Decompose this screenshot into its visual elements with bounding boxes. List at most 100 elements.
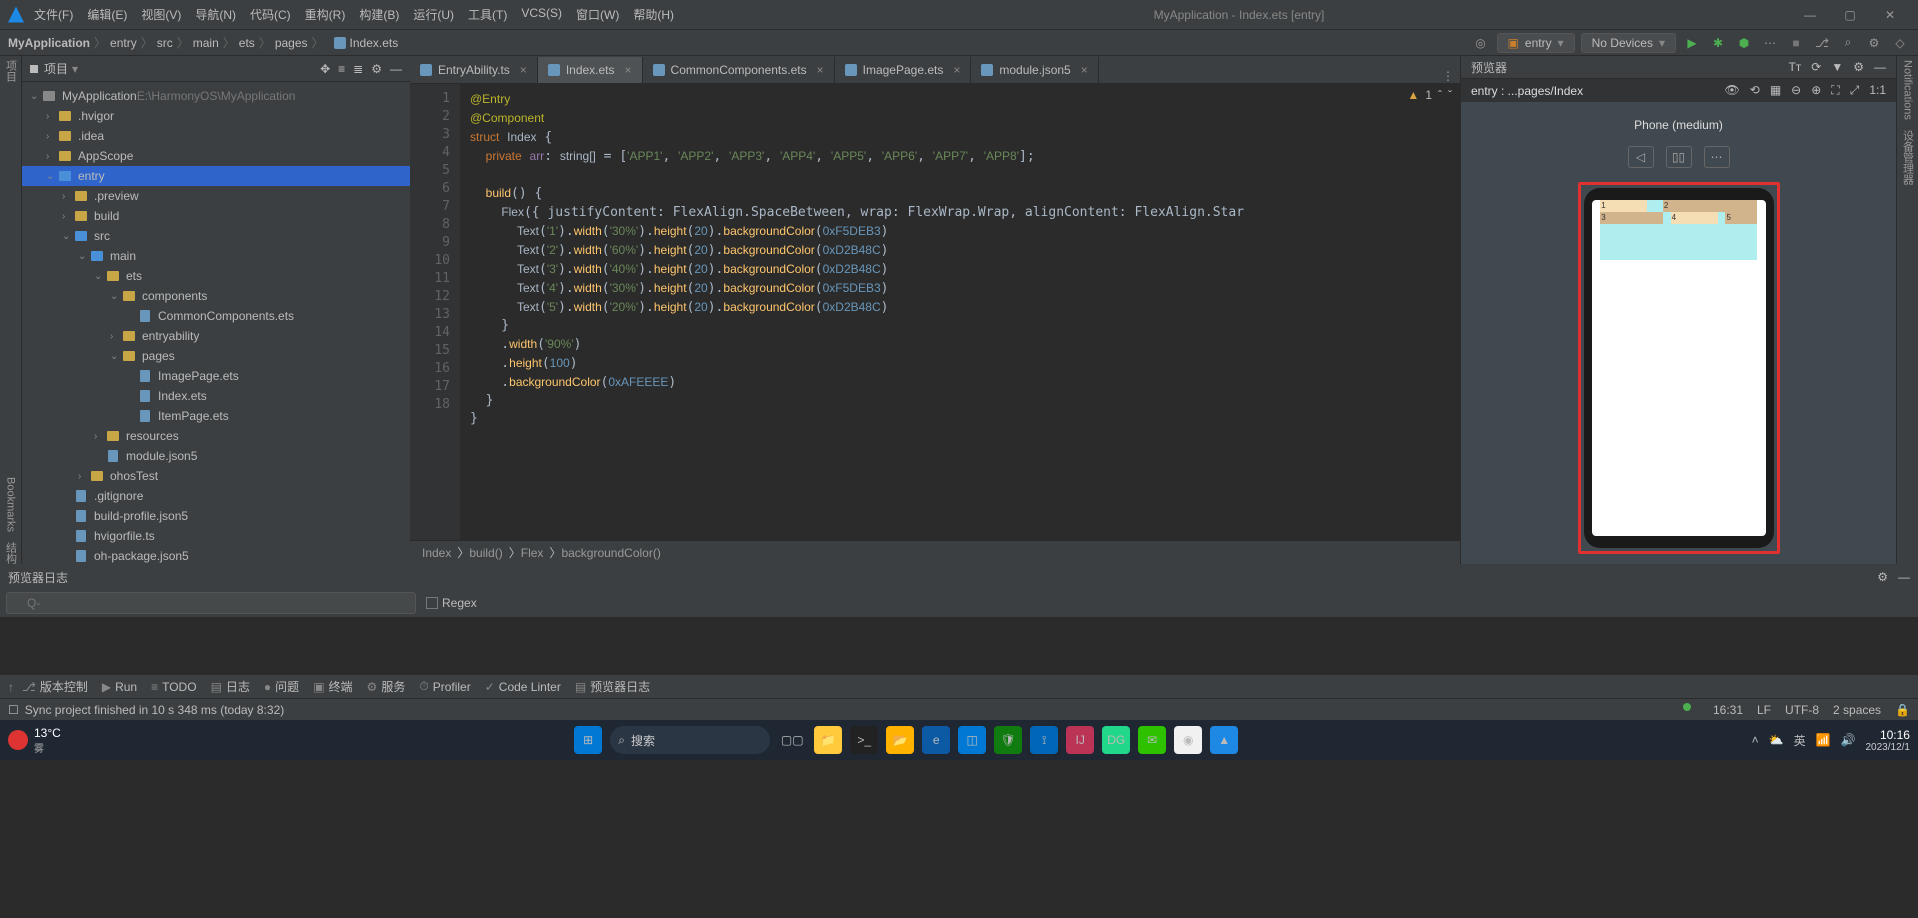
taskbar-weather[interactable]: 13°C 雾 [8, 726, 61, 755]
tree-arrow-icon[interactable]: › [94, 431, 106, 442]
tree-arrow-icon[interactable]: ⌄ [30, 91, 42, 102]
datagrip-icon[interactable]: DG [1102, 726, 1130, 754]
tree-arrow-icon[interactable]: ⌄ [78, 251, 90, 262]
prev-device-button[interactable]: ◁ [1628, 146, 1654, 168]
breadcrumb[interactable]: MyApplication [8, 36, 90, 50]
tree-row[interactable]: CommonComponents.ets [22, 306, 410, 326]
inspection-strip[interactable]: ▲ 1 ˆ ˇ [1407, 88, 1452, 102]
editor-breadcrumb[interactable]: backgroundColor() [561, 546, 660, 560]
search-icon[interactable]: ⌕ [1838, 33, 1858, 53]
maximize-button[interactable]: ▢ [1830, 8, 1870, 22]
tree-row[interactable]: .gitignore [22, 486, 410, 506]
chevron-up-icon[interactable]: ˆ [1438, 88, 1442, 102]
tree-row[interactable]: ›AppScope [22, 146, 410, 166]
store-icon[interactable]: ◫ [958, 726, 986, 754]
menu-item[interactable]: 导航(N) [195, 6, 236, 23]
debug-button[interactable]: ✱ [1708, 33, 1728, 53]
readonly-icon[interactable]: 🔒 [1895, 703, 1910, 717]
device-selector[interactable]: No Devices ▾ [1581, 33, 1676, 53]
editor-tab[interactable]: module.json5× [971, 57, 1098, 83]
idea-icon[interactable]: IJ [1066, 726, 1094, 754]
editor-tab[interactable]: EntryAbility.ts× [410, 57, 538, 83]
tool-window-tab[interactable]: ▤预览器日志 [575, 678, 650, 695]
security-icon[interactable]: 🛡 [994, 726, 1022, 754]
tool-window-tab[interactable]: ⏱Profiler [419, 679, 470, 694]
close-button[interactable]: ✕ [1870, 8, 1910, 22]
menu-item[interactable]: 重构(R) [305, 6, 346, 23]
zoom-out-icon[interactable]: ⊖ [1791, 83, 1801, 98]
tree-row[interactable]: ›build [22, 206, 410, 226]
editor-tab[interactable]: ImagePage.ets× [835, 57, 972, 83]
tree-arrow-icon[interactable]: › [46, 131, 58, 142]
profile-button[interactable]: ⋯ [1760, 33, 1780, 53]
tree-row[interactable]: ›resources [22, 426, 410, 446]
settings-icon[interactable]: ⚙ [1864, 33, 1884, 53]
wifi-icon[interactable]: 📶 [1816, 733, 1831, 747]
vscode-icon[interactable]: ⟟ [1030, 726, 1058, 754]
stop-button[interactable]: ■ [1786, 33, 1806, 53]
minimize-button[interactable]: — [1790, 8, 1830, 22]
tree-row[interactable]: ⌄components [22, 286, 410, 306]
sidebar-tab-notifications[interactable]: Notifications [1902, 60, 1914, 120]
tool-window-tab[interactable]: ▣终端 [313, 678, 352, 695]
tree-row[interactable]: ›entryability [22, 326, 410, 346]
menu-item[interactable]: VCS(S) [521, 6, 562, 23]
rotate-icon[interactable]: ⟲ [1750, 83, 1760, 98]
tree-row[interactable]: ⌄entry [22, 166, 410, 186]
sidebar-tab-project[interactable]: 项目 [3, 60, 19, 82]
editor-body[interactable]: 123456789101112131415161718 @Entry @Comp… [410, 84, 1460, 540]
tree-row[interactable]: ⌄pages [22, 346, 410, 366]
chevron-up-icon[interactable]: ˄ [1752, 733, 1759, 747]
tree-arrow-icon[interactable]: ⌄ [110, 351, 122, 362]
tool-window-tab[interactable]: ▤日志 [211, 678, 250, 695]
tree-arrow-icon[interactable]: › [62, 191, 74, 202]
editor-breadcrumb[interactable]: build() [469, 546, 502, 560]
breadcrumb[interactable]: ets [239, 36, 255, 50]
taskbar-tray[interactable]: ˄ ⛅ 英 📶 🔊 10:16 2023/12/1 [1752, 728, 1910, 753]
explorer-icon[interactable]: 📁 [814, 726, 842, 754]
tree-row[interactable]: module.json5 [22, 446, 410, 466]
sync-icon[interactable]: ◎ [1471, 33, 1491, 53]
grid-icon[interactable]: ▦ [1770, 83, 1781, 98]
menu-item[interactable]: 构建(B) [359, 6, 399, 23]
gear-icon[interactable]: ⚙ [371, 62, 382, 76]
tool-window-tab[interactable]: ≡TODO [151, 680, 196, 694]
expand-icon[interactable]: ⤢ [1850, 83, 1860, 98]
fit-icon[interactable]: ⛶ [1831, 83, 1839, 98]
tree-row[interactable]: ⌄src [22, 226, 410, 246]
sidebar-tab-devicemgr[interactable]: 设备管理器 [1900, 130, 1916, 185]
tree-row[interactable]: ›ohosTest [22, 466, 410, 486]
font-icon[interactable]: Tт [1788, 60, 1801, 74]
log-output[interactable] [0, 617, 1918, 674]
taskview-icon[interactable]: ▢▢ [778, 726, 806, 754]
tool-window-tab[interactable]: ●问题 [264, 678, 299, 695]
tree-arrow-icon[interactable]: › [110, 331, 122, 342]
tree-arrow-icon[interactable]: › [62, 211, 74, 222]
ratio-icon[interactable]: 1:1 [1869, 83, 1886, 98]
avatar-icon[interactable]: ◇ [1890, 33, 1910, 53]
editor-breadcrumb[interactable]: Index [422, 546, 451, 560]
taskbar-search[interactable]: ⌕ 搜索 [610, 726, 770, 754]
tree-row[interactable]: oh-package.json5 [22, 546, 410, 564]
locate-icon[interactable]: ✥ [320, 62, 330, 76]
tree-row[interactable]: hvigorfile.ts [22, 526, 410, 546]
zoom-in-icon[interactable]: ⊕ [1811, 83, 1821, 98]
tree-row[interactable]: ⌄main [22, 246, 410, 266]
edge-icon[interactable]: e [922, 726, 950, 754]
eye-icon[interactable]: 👁 [1725, 83, 1740, 98]
expand-icon[interactable]: ≡ [338, 62, 345, 76]
editor-tab[interactable]: CommonComponents.ets× [643, 57, 835, 83]
close-icon[interactable]: × [520, 63, 527, 77]
tool-window-tab[interactable]: ✓Code Linter [485, 680, 561, 694]
tool-window-tab[interactable]: ▶Run [102, 680, 137, 694]
more-button[interactable]: ⋯ [1704, 146, 1730, 168]
tree-row[interactable]: ›.preview [22, 186, 410, 206]
tree-arrow-icon[interactable]: ⌄ [62, 231, 74, 242]
breadcrumb[interactable]: main [193, 36, 219, 50]
lang-icon[interactable]: 英 [1794, 732, 1806, 749]
wechat-icon[interactable]: ✉ [1138, 726, 1166, 754]
filter-icon[interactable]: ▼ [1831, 60, 1843, 74]
editor-breadcrumb[interactable]: Flex [521, 546, 544, 560]
refresh-icon[interactable]: ⟳ [1811, 60, 1821, 74]
tree-arrow-icon[interactable]: › [78, 471, 90, 482]
